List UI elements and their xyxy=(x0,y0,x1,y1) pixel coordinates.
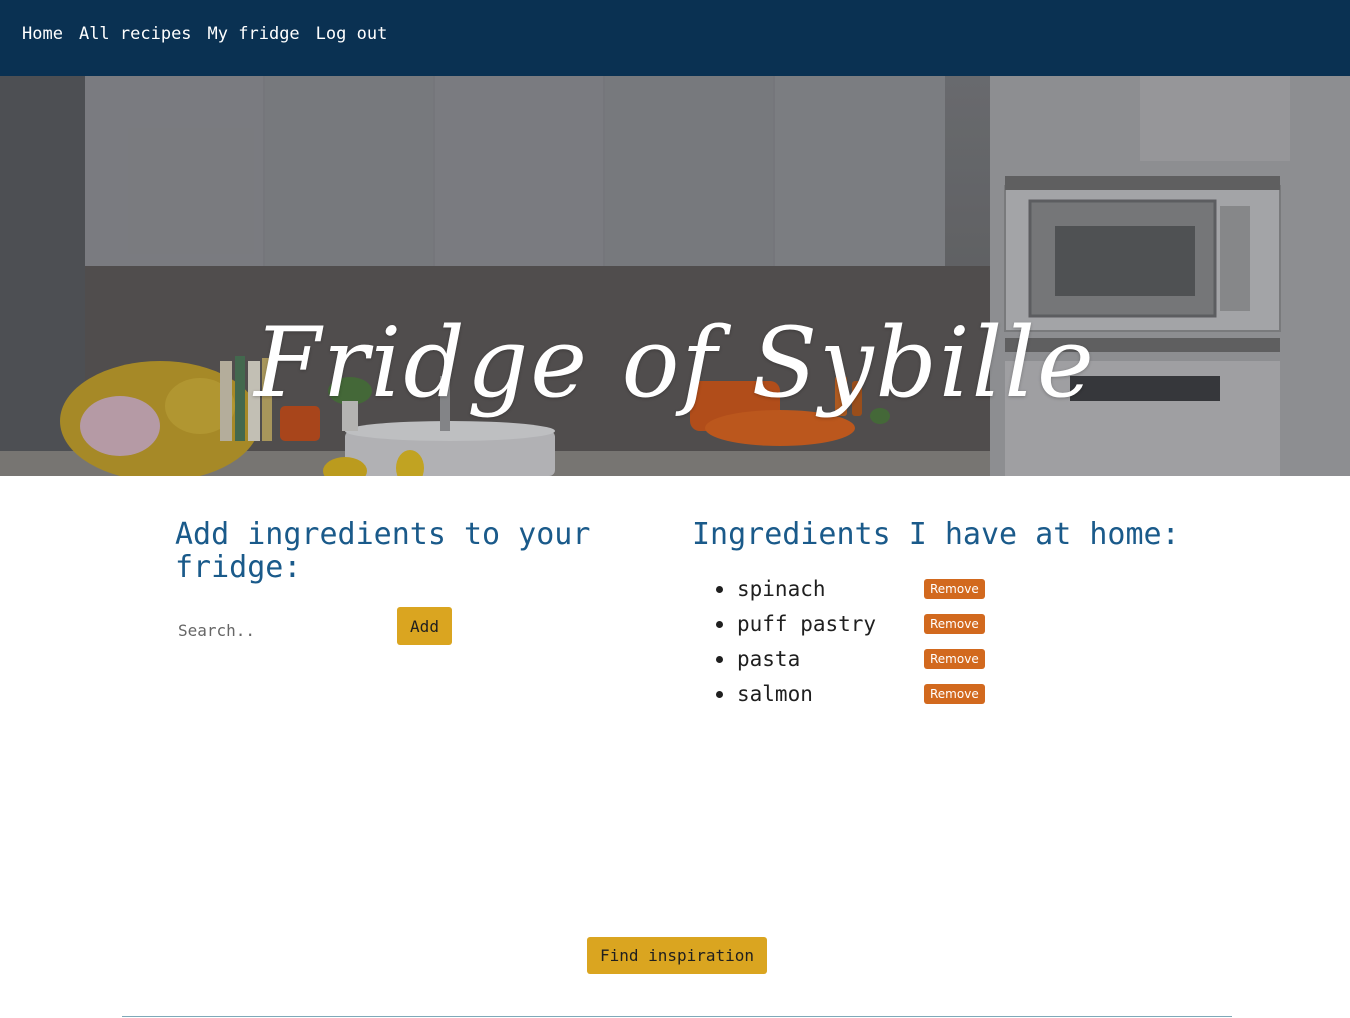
list-item: pasta Remove xyxy=(692,644,1012,679)
hero-banner: Fridge of Sybille xyxy=(0,76,1350,476)
add-ingredients-heading: Add ingredients to your fridge: xyxy=(175,517,591,585)
remove-ingredient-button[interactable]: Remove xyxy=(924,614,985,634)
nav-links: Home All recipes My fridge Log out xyxy=(22,24,387,44)
remove-ingredient-button[interactable]: Remove xyxy=(924,649,985,669)
top-navbar: Home All recipes My fridge Log out xyxy=(0,0,1350,76)
nav-home-link[interactable]: Home xyxy=(22,24,63,44)
list-item: puff pastry Remove xyxy=(692,609,1012,644)
nav-all-recipes-link[interactable]: All recipes xyxy=(79,24,192,44)
bullet-icon xyxy=(716,621,723,628)
nav-log-out-link[interactable]: Log out xyxy=(316,24,388,44)
list-item: spinach Remove xyxy=(692,574,1012,609)
footer-divider xyxy=(122,1016,1232,1017)
ingredient-search-input[interactable] xyxy=(175,613,391,647)
ingredient-name: pasta xyxy=(737,647,801,671)
nav-my-fridge-link[interactable]: My fridge xyxy=(208,24,300,44)
list-item: salmon Remove xyxy=(692,679,1012,714)
bullet-icon xyxy=(716,586,723,593)
bullet-icon xyxy=(716,691,723,698)
ingredient-name: puff pastry xyxy=(737,612,877,636)
add-ingredient-button[interactable]: Add xyxy=(397,607,452,645)
remove-ingredient-button[interactable]: Remove xyxy=(924,579,985,599)
home-ingredients-heading: Ingredients I have at home: xyxy=(692,517,1180,552)
hero-title: Fridge of Sybille xyxy=(254,307,1096,420)
bullet-icon xyxy=(716,656,723,663)
remove-ingredient-button[interactable]: Remove xyxy=(924,684,985,704)
ingredient-name: salmon xyxy=(737,682,813,706)
ingredient-name: spinach xyxy=(737,577,826,601)
find-inspiration-button[interactable]: Find inspiration xyxy=(587,937,767,974)
ingredient-list: spinach Remove puff pastry Remove pasta … xyxy=(692,574,1012,714)
